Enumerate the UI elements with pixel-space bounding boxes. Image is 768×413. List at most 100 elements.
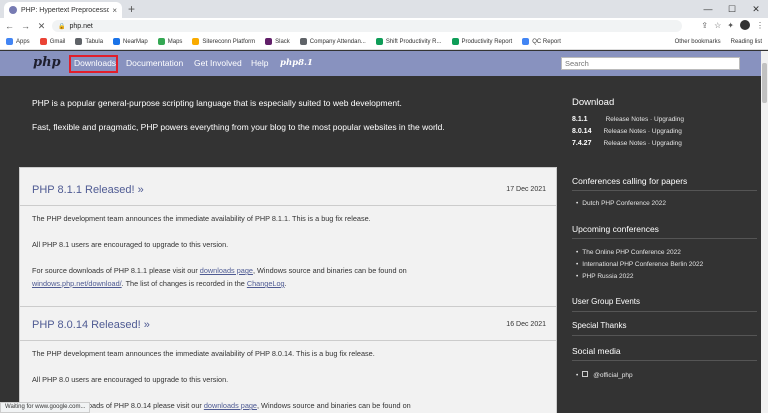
bookmarks-bar: Apps Gmail Tabula NearMap Maps Sitereconn Pla… [0,34,768,50]
news-date: 17 Dec 2021 [506,186,546,193]
divider [572,238,757,239]
bookmark-label: QC Report [532,38,561,45]
bookmark-label: Company Attendan... [309,38,366,45]
bookmark-icon [192,38,200,45]
status-bar: Waiting for www.google.com... [0,402,91,413]
bookmark-item[interactable]: Maps [157,38,183,45]
bookmark-item[interactable]: QC Report [522,38,561,45]
release-8-0-14: 8.0.14 Release Notes · Upgrading [572,128,682,135]
bookmark-icon [6,38,13,45]
minimize-icon[interactable]: — [696,0,720,18]
divider [572,311,757,312]
bookmark-label: Gmail [49,38,66,45]
release-links[interactable]: Release Notes · Upgrading [603,140,681,147]
browser-toolbar: ← → ✕ 🔒 php.net ⇪ ☆ ✦ ⋮ [0,18,768,34]
bookmark-star-icon[interactable]: ☆ [714,21,721,30]
bookmark-item[interactable]: Slack [265,38,290,45]
profile-avatar[interactable] [740,20,750,30]
divider [20,340,556,341]
forward-icon[interactable]: → [19,21,32,31]
twitter-icon [582,371,589,377]
release-links[interactable]: Release Notes · Upgrading [606,116,684,123]
downloads-highlight-box [69,55,118,73]
release-links[interactable]: Release Notes · Upgrading [603,128,681,135]
bookmark-label: Slack [275,38,290,45]
downloads-page-link[interactable]: downloads page [200,266,253,275]
scrollbar-thumb[interactable] [762,63,767,103]
bookmark-icon [375,38,383,45]
window-controls: — ☐ ✕ [696,0,768,18]
bookmark-item[interactable]: Gmail [39,38,66,45]
news-title[interactable]: PHP 8.1.1 Released! » [32,184,144,196]
url-text: php.net [69,22,93,30]
news-paragraph: For source downloads of PHP 8.1.1 please… [32,266,407,288]
upcoming-item[interactable]: International PHP Conference Berlin 2022 [576,261,703,268]
new-tab-button[interactable]: + [128,2,135,16]
browser-tab[interactable]: PHP: Hypertext Preprocessor × [4,2,122,18]
bookmark-item[interactable]: Sitereconn Platform [192,38,255,45]
close-window-icon[interactable]: ✕ [744,0,768,18]
toolbar-right: ⇪ ☆ ✦ ⋮ [701,20,764,30]
maximize-icon[interactable]: ☐ [720,0,744,18]
download-title: Download [572,97,615,108]
share-icon[interactable]: ⇪ [701,21,708,30]
bookmark-label: NearMap [123,38,148,45]
divider [572,360,757,361]
upcoming-item[interactable]: PHP Russia 2022 [576,273,633,280]
bookmark-item[interactable]: Productivity Report [451,38,512,45]
back-icon[interactable]: ← [3,21,16,31]
menu-kebab-icon[interactable]: ⋮ [756,21,764,30]
conf-papers-item[interactable]: Dutch PHP Conference 2022 [576,200,666,207]
changelog-link[interactable]: ChangeLog [247,279,285,288]
bookmark-icon [299,38,307,45]
bookmark-label: Apps [16,38,30,45]
downloads-page-link[interactable]: downloads page [204,401,257,410]
php-logo[interactable]: php [33,55,61,70]
other-bookmarks[interactable]: Other bookmarks [675,39,721,45]
news-date: 16 Dec 2021 [506,321,546,328]
search-input[interactable] [561,57,740,70]
bookmark-label: Tabula [85,38,104,45]
php8-logo[interactable]: php8.1 [280,51,313,76]
bookmark-item[interactable]: Apps [6,38,30,45]
upcoming-title: Upcoming conferences [572,224,659,234]
tab-close-icon[interactable]: × [112,6,117,15]
news-paragraph: The PHP development team announces the i… [32,214,371,223]
nav-get-involved[interactable]: Get Involved [194,51,242,76]
bookmark-label: Sitereconn Platform [202,38,256,45]
bookmark-label: Shift Productivity R... [385,38,442,45]
nav-documentation[interactable]: Documentation [126,51,183,76]
bookmark-icon [113,38,121,45]
bookmark-item[interactable]: NearMap [113,38,148,45]
bookmark-icon [75,38,83,45]
social-title: Social media [572,346,621,356]
news-paragraph: All PHP 8.1 users are encouraged to upgr… [32,240,229,249]
lock-icon[interactable]: 🔒 [58,23,65,30]
bookmark-item[interactable]: Shift Productivity R... [375,38,442,45]
special-thanks[interactable]: Special Thanks [572,321,627,330]
reading-list[interactable]: Reading list [731,39,762,45]
user-group-events[interactable]: User Group Events [572,297,640,306]
upcoming-item[interactable]: The Online PHP Conference 2022 [576,249,681,256]
browser-tab-strip: PHP: Hypertext Preprocessor × + — ☐ ✕ [0,0,768,18]
divider [20,205,556,206]
news-paragraph: All PHP 8.0 users are encouraged to upgr… [32,375,229,384]
page-scrollbar[interactable] [761,51,768,413]
social-item[interactable]: @official_php [576,371,633,379]
bookmark-item[interactable]: Company Attendan... [299,38,366,45]
divider [572,190,757,191]
address-bar[interactable]: 🔒 php.net [52,20,682,32]
news-title[interactable]: PHP 8.0.14 Released! » [32,319,150,331]
bookmark-label: Maps [167,38,183,45]
extensions-icon[interactable]: ✦ [727,21,734,30]
stop-icon[interactable]: ✕ [35,21,48,32]
php-favicon-icon [9,6,17,14]
windows-download-link[interactable]: windows.php.net/download/ [32,279,122,288]
news-section: PHP 8.1.1 Released! » 17 Dec 2021 The PH… [0,164,561,413]
conf-papers-title: Conferences calling for papers [572,176,688,186]
nav-help[interactable]: Help [251,51,268,76]
tab-title: PHP: Hypertext Preprocessor [21,6,110,14]
bookmark-icon [451,38,459,45]
bookmark-item[interactable]: Tabula [75,38,103,45]
news-paragraph: The PHP development team announces the i… [32,349,375,358]
